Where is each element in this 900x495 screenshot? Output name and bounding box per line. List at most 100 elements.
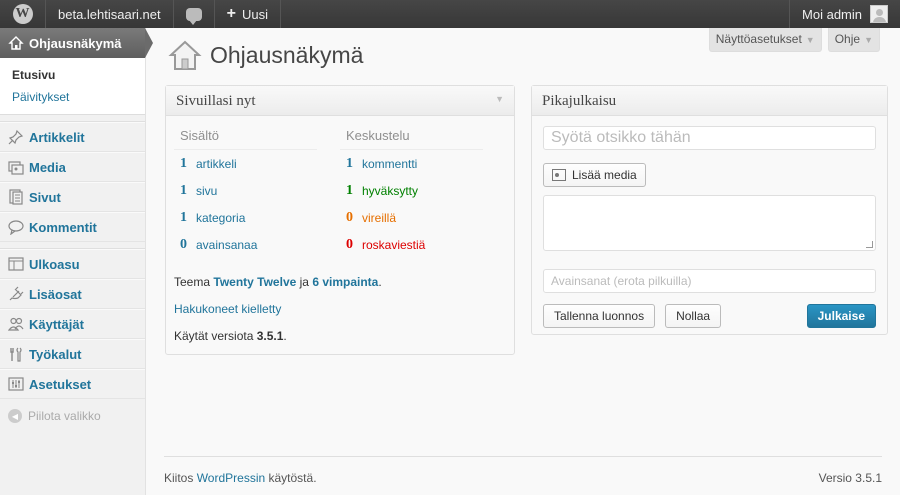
help-label: Ohje <box>834 32 861 46</box>
menu-pages-label: Sivut <box>29 189 61 205</box>
admin-menu: Ohjausnäkymä Etusivu Päivitykset Artikke… <box>0 28 153 495</box>
add-media-label: Lisää media <box>572 168 637 182</box>
menu-comments[interactable]: Kommentit <box>0 212 145 242</box>
toggle-arrow-icon[interactable]: ▼ <box>495 94 504 104</box>
approved-link[interactable]: hyväksytty <box>362 184 418 198</box>
theme-link[interactable]: Twenty Twelve <box>213 275 296 289</box>
posts-count[interactable]: 1 <box>180 156 196 172</box>
menu-pages[interactable]: Sivut <box>0 182 145 212</box>
menu-plugins[interactable]: Lisäosat <box>0 279 145 309</box>
theme-info: Teema Twenty Twelve ja 6 vimpainta. <box>174 268 506 295</box>
triangle-down-icon: ▼ <box>864 35 873 45</box>
spam-count[interactable]: 0 <box>346 237 362 253</box>
footer-thanks-suffix: käytöstä. <box>268 471 317 485</box>
categories-count[interactable]: 1 <box>180 210 196 226</box>
comments-menu[interactable] <box>174 0 215 28</box>
theme-name: Twenty Twelve <box>213 274 297 289</box>
main-content: Näyttöasetukset ▼ Ohje ▼ Ohjausnäkymä Sivu… <box>146 28 900 495</box>
submenu-updates[interactable]: Päivitykset <box>12 90 69 104</box>
list-item: 1 hyväksytty <box>340 177 483 204</box>
wordpress-logo-icon: W <box>12 4 33 24</box>
widgets-label: 6 vimpainta <box>312 274 379 289</box>
widgets-link[interactable]: 6 vimpainta <box>312 275 378 289</box>
menu-plugins-label: Lisäosat <box>29 286 82 302</box>
list-item: 1 kommentti <box>340 150 483 177</box>
menu-posts-label: Artikkelit <box>29 129 85 145</box>
wordpress-logo-menu[interactable]: W <box>0 0 46 28</box>
post-content-textarea[interactable] <box>543 195 876 251</box>
menu-media[interactable]: Media <box>0 152 145 182</box>
theme-mid: ja <box>299 274 309 289</box>
right-now-box: Sivuillasi nyt ▼ Sisältö 1 artikkeli 1 s… <box>165 85 515 355</box>
tags-count[interactable]: 0 <box>180 237 196 253</box>
menu-users[interactable]: Käyttäjät <box>0 309 145 339</box>
post-title-input[interactable]: Syötä otsikko tähän <box>543 126 876 150</box>
screen-options-tab[interactable]: Näyttöasetukset ▼ <box>708 28 822 52</box>
footer-thanks-prefix: Kiitos <box>164 471 194 485</box>
screen-meta-links: Näyttöasetukset ▼ Ohje ▼ <box>708 28 880 52</box>
collapse-menu-button[interactable]: ◀ Piilota valikko <box>0 405 145 427</box>
triangle-down-icon: ▼ <box>805 35 815 45</box>
save-draft-button[interactable]: Tallenna luonnos <box>543 304 656 328</box>
screen-options-label: Näyttöasetukset <box>715 32 802 46</box>
theme-prefix: Teema <box>174 274 211 289</box>
content-column: Sisältö 1 artikkeli 1 sivu 1 kategoria 0… <box>174 126 317 258</box>
site-name-link[interactable]: beta.lehtisaari.net <box>46 0 174 28</box>
comments-link[interactable]: kommentti <box>362 157 417 171</box>
menu-tools-label: Työkalut <box>29 346 82 362</box>
comment-icon <box>8 220 24 235</box>
version-suffix: . <box>283 328 287 343</box>
right-now-header[interactable]: Sivuillasi nyt ▼ <box>166 86 514 116</box>
categories-link[interactable]: kategoria <box>196 211 245 225</box>
menu-tools[interactable]: Työkalut <box>0 339 145 369</box>
comments-count[interactable]: 1 <box>346 156 362 172</box>
pages-count[interactable]: 1 <box>180 183 196 199</box>
list-item: 0 avainsanaa <box>174 231 317 258</box>
tags-input[interactable]: Avainsanat (erota pilkuilla) <box>543 269 876 293</box>
search-engines-link[interactable]: Hakukoneet kielletty <box>174 302 281 316</box>
pushpin-icon <box>8 129 24 145</box>
spam-link[interactable]: roskaviestiä <box>362 238 425 252</box>
avatar <box>870 5 888 23</box>
help-tab[interactable]: Ohje ▼ <box>827 28 880 52</box>
quickpress-header[interactable]: Pikajulkaisu <box>532 86 887 116</box>
posts-link[interactable]: artikkeli <box>196 157 237 171</box>
reset-button[interactable]: Nollaa <box>665 304 722 328</box>
tags-link[interactable]: avainsanaa <box>196 238 257 252</box>
settings-icon <box>8 377 24 391</box>
menu-posts[interactable]: Artikkelit <box>0 122 145 152</box>
approved-count[interactable]: 1 <box>346 183 362 199</box>
quickpress-title: Pikajulkaisu <box>542 93 617 109</box>
wordpress-link[interactable]: WordPressin <box>197 471 265 485</box>
admin-bar: W beta.lehtisaari.net + Uusi Moi admin <box>0 0 900 28</box>
pages-link[interactable]: sivu <box>196 184 217 198</box>
account-greeting: Moi admin <box>802 6 862 22</box>
add-media-button[interactable]: Lisää media <box>543 163 646 187</box>
tools-icon <box>10 347 22 362</box>
publish-button[interactable]: Julkaise <box>806 304 876 328</box>
menu-separator <box>0 242 145 249</box>
discussion-header: Keskustelu <box>340 126 483 150</box>
versions-section: Teema Twenty Twelve ja 6 vimpainta. Haku… <box>166 258 514 349</box>
pending-link[interactable]: vireillä <box>362 211 396 225</box>
my-account-menu[interactable]: Moi admin <box>789 0 900 28</box>
menu-dashboard-label: Ohjausnäkymä <box>29 35 122 51</box>
menu-appearance[interactable]: Ulkoasu <box>0 249 145 279</box>
footer-version: Versio 3.5.1 <box>818 471 882 485</box>
version-info: Käytät versiota 3.5.1. <box>174 322 506 349</box>
new-content-menu[interactable]: + Uusi <box>215 0 281 28</box>
comment-bubble-icon <box>185 7 202 25</box>
pages-icon <box>9 189 23 205</box>
collapse-arrow-icon: ◀ <box>8 409 22 423</box>
dashboard-submenu: Etusivu Päivitykset <box>0 58 145 115</box>
discussion-column: Keskustelu 1 kommentti 1 hyväksytty 0 vi… <box>340 126 483 258</box>
quickpress-box: Pikajulkaisu Syötä otsikko tähän Lisää m… <box>531 85 888 335</box>
menu-settings[interactable]: Asetukset <box>0 369 145 399</box>
page-title: Ohjausnäkymä <box>210 41 364 68</box>
menu-dashboard[interactable]: Ohjausnäkymä <box>0 28 153 58</box>
pending-count[interactable]: 0 <box>346 210 362 226</box>
users-icon <box>8 317 24 331</box>
submenu-home[interactable]: Etusivu <box>0 64 145 86</box>
media-icon <box>8 161 24 175</box>
plus-icon: + <box>226 5 236 22</box>
